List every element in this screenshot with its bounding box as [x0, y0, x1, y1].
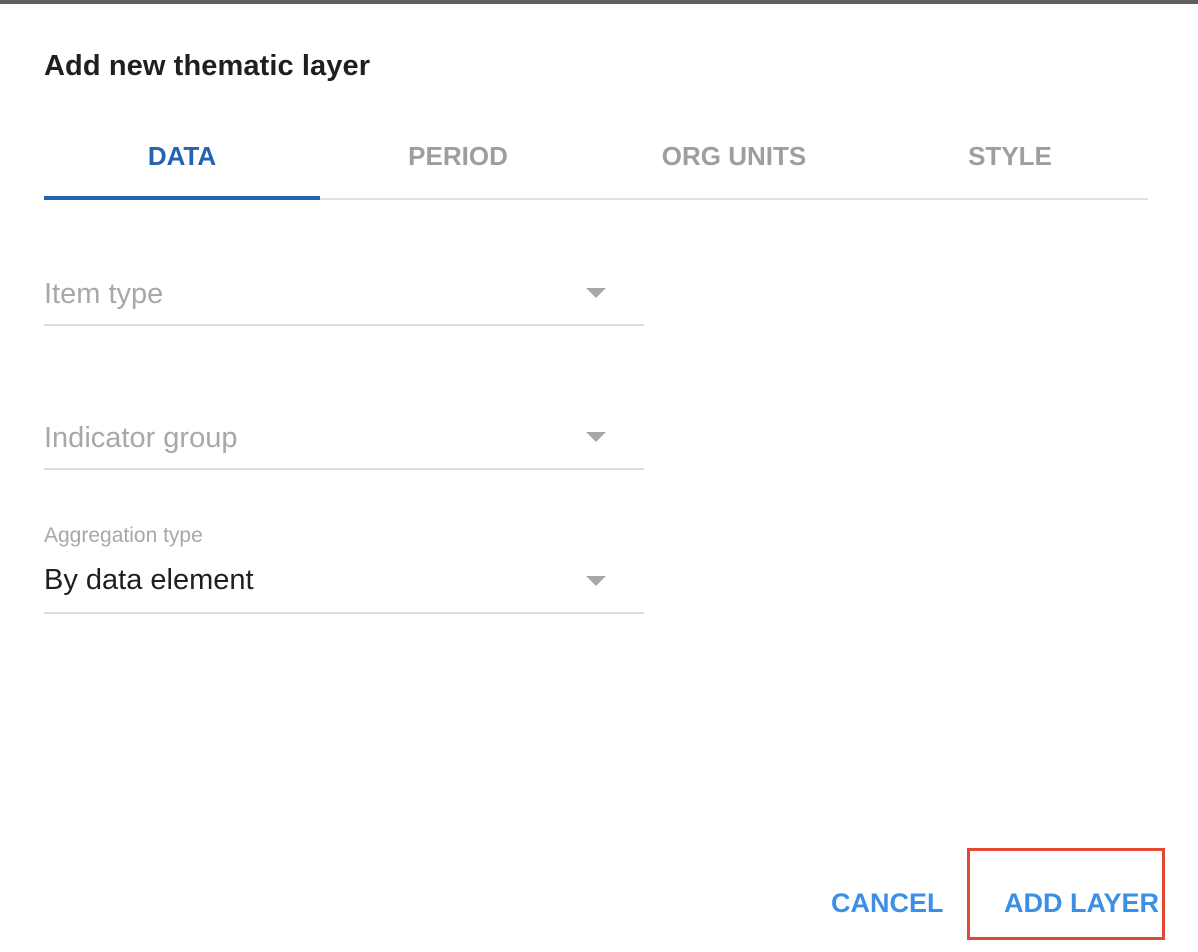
add-layer-highlight-box [967, 848, 1165, 940]
tab-period[interactable]: PERIOD [320, 114, 596, 198]
aggregation-type-value: By data element [44, 564, 254, 596]
indicator-group-placeholder: Indicator group [44, 422, 238, 454]
aggregation-type-select[interactable]: Aggregation type By data element [44, 522, 644, 614]
cancel-button[interactable]: CANCEL [831, 888, 944, 919]
tab-data[interactable]: DATA [44, 114, 320, 200]
tab-bar: DATA PERIOD ORG UNITS STYLE [44, 114, 1148, 200]
indicator-group-dropdown-arrow-icon [586, 432, 606, 442]
item-type-placeholder: Item type [44, 278, 164, 310]
aggregation-type-label: Aggregation type [44, 524, 203, 547]
aggregation-type-dropdown-arrow-icon [586, 576, 606, 586]
tab-style[interactable]: STYLE [872, 114, 1148, 198]
item-type-select[interactable]: Item type [44, 256, 644, 326]
tab-org-units[interactable]: ORG UNITS [596, 114, 872, 198]
item-type-dropdown-arrow-icon [586, 288, 606, 298]
indicator-group-select[interactable]: Indicator group [44, 400, 644, 470]
add-layer-dialog: Add new thematic layer DATA PERIOD ORG U… [0, 4, 1198, 952]
dialog-title: Add new thematic layer [44, 50, 371, 82]
